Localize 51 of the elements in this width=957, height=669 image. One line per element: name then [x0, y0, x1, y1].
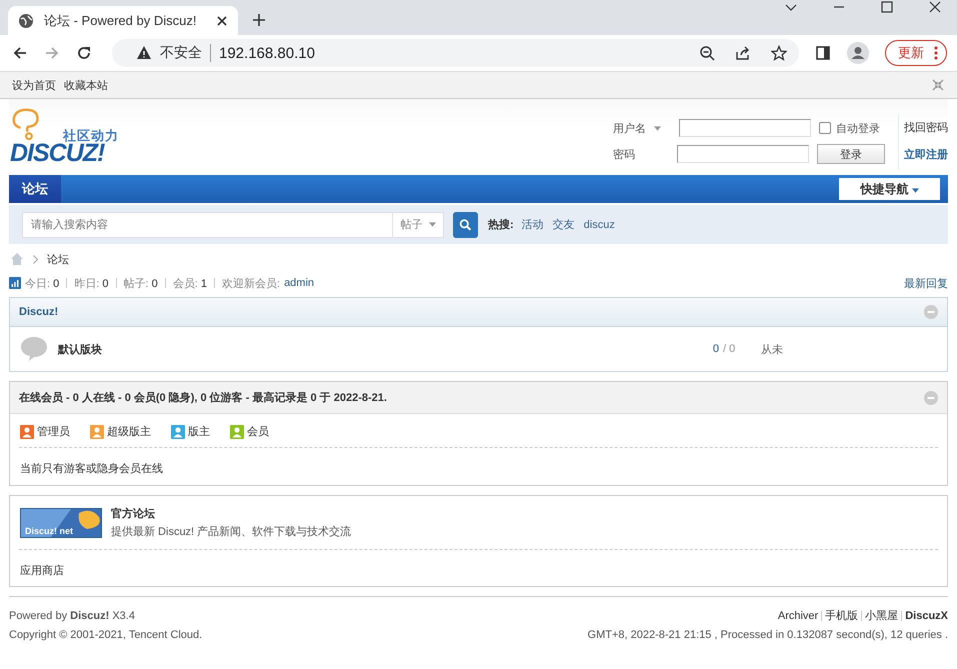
top-link[interactable]: 收藏本站	[64, 78, 108, 92]
hot-search-label: 热搜:	[488, 218, 514, 232]
username-label[interactable]: 用户名	[613, 120, 646, 136]
account-link[interactable]: 找回密码	[904, 120, 948, 135]
nav-tab[interactable]: 论坛	[9, 175, 61, 203]
stat-text: 今日: 0	[25, 276, 60, 290]
hot-search-link[interactable]: 活动	[522, 217, 544, 232]
post-count: / 0	[723, 343, 736, 355]
login-button[interactable]: 登录	[817, 144, 885, 164]
browser-tab[interactable]: 论坛 - Powered by Discuz!	[8, 6, 238, 35]
breadcrumb-link[interactable]: 论坛	[47, 252, 69, 266]
legend-label: 版主	[188, 424, 210, 439]
footer-link[interactable]: Archiver	[778, 610, 818, 622]
legend-label: 会员	[247, 425, 269, 439]
site-logo-badge[interactable]: Discuz! net	[20, 508, 102, 538]
tab-title: 论坛 - Powered by Discuz!	[44, 12, 198, 30]
legend-label: 超级版主	[107, 424, 151, 439]
hot-search-link[interactable]: discuz	[584, 218, 615, 230]
welcome-text: 欢迎新会员:	[222, 276, 280, 290]
update-button[interactable]: 更新	[885, 40, 947, 66]
auto-login-label: 自动登录	[836, 122, 880, 136]
copyright-text: Copyright © 2001-2021, Tencent Cloud.	[9, 628, 202, 640]
online-title: 在线会员 - 0 人在线 - 0 会员(0 隐身), 0 位游客 - 最高记录是 0 于 2022-8-21.	[19, 390, 387, 405]
link-title[interactable]: 官方论坛	[111, 506, 352, 521]
forum-name[interactable]: 默认版块	[58, 342, 102, 356]
footer-link[interactable]: DiscuzX	[905, 610, 948, 622]
category-title[interactable]: Discuz!	[19, 306, 58, 318]
legend-label: 管理员	[37, 425, 70, 439]
footer-link[interactable]: 手机版	[825, 608, 858, 623]
account-link[interactable]: 立即注册	[904, 147, 948, 162]
hot-search-link[interactable]: 交友	[552, 217, 575, 232]
url-text: 192.168.80.10	[219, 44, 315, 62]
latest-replies-link[interactable]: 最新回复	[904, 276, 948, 290]
password-label: 密码	[613, 148, 636, 162]
footer-link[interactable]: 小黑屋	[865, 608, 898, 623]
last-post-text: 从未	[761, 342, 784, 356]
search-field[interactable]: 请输入搜索内容	[22, 212, 393, 238]
stat-text: 昨日: 0	[74, 276, 108, 290]
quick-nav-button[interactable]: 快捷导航	[839, 178, 940, 200]
address-bar[interactable]: 不安全 192.168.80.10	[112, 39, 799, 67]
stat-text: 会员: 1	[172, 276, 207, 290]
online-message: 当前只有游客或隐身会员在线	[19, 462, 164, 477]
security-label: 不安全	[160, 44, 211, 62]
powered-by-text: Powered by Discuz! X3.4	[9, 610, 135, 622]
link-description: 提供最新 Discuz! 产品新闻、软件下载与技术交流	[111, 524, 352, 539]
member-link[interactable]: admin	[284, 277, 314, 289]
stat-text: 帖子: 0	[124, 276, 158, 290]
top-link[interactable]: 设为首页	[12, 78, 56, 92]
processed-text: GMT+8, 2022-8-21 21:15 , Processed in 0.132087 second(s), 12 queries .	[588, 628, 948, 640]
app-store-link[interactable]: 应用商店	[10, 554, 947, 586]
thread-count: 0	[712, 343, 719, 355]
